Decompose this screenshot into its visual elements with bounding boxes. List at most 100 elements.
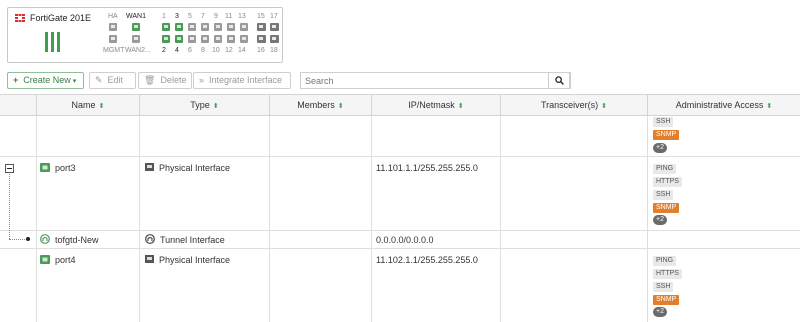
name-cell: port4 [40,254,76,266]
interface-name: port4 [55,255,76,265]
ip-netmask: 0.0.0.0/0.0.0.0 [376,235,434,245]
access-badge-more[interactable]: +2 [653,143,667,153]
toolbar: + Create New ▾ ✎ Edit 🗑 Delete » Integrate In… [7,72,800,89]
type-cell: Tunnel Interface [145,234,225,246]
port-9[interactable] [214,23,222,31]
port-18[interactable] [270,35,279,43]
device-faceplate: FortiGate 201E HA WAN1 1 3 5 7 9 11 13 1… [7,7,283,63]
column-access-label: Administrative Access [675,100,764,110]
port-label-4: 4 [175,47,179,54]
edit-button[interactable]: ✎ Edit [89,72,136,89]
port-label-13: 13 [238,13,246,20]
delete-button[interactable]: 🗑 Delete [138,72,192,89]
search-icon [554,76,564,85]
access-badge-ssh: SSH [653,190,674,200]
access-badge-snmp: SNMP [653,130,680,140]
access-badge-ssh: SSH [653,117,674,127]
sort-icon: ⬍ [98,103,105,110]
ip-netmask: 11.101.1.1/255.255.255.0 [376,163,478,173]
search-input[interactable] [301,73,541,88]
interface-type: Physical Interface [159,255,231,265]
integrate-interface-label: Integrate Interface [209,75,283,85]
access-badge-snmp: SNMP [653,203,680,213]
port-label-8: 8 [201,47,205,54]
column-header-ip[interactable]: IP/Netmask ⬍ [371,95,500,116]
sort-icon: ⬍ [337,103,344,110]
port-wan1[interactable] [132,23,140,31]
port-3[interactable] [175,23,183,31]
port-label-15: 15 [257,13,265,20]
caret-down-icon: ▾ [72,78,77,85]
port-6[interactable] [188,35,196,43]
create-new-button[interactable]: + Create New ▾ [7,72,84,89]
column-header-members[interactable]: Members ⬍ [269,95,371,116]
access-badge-snmp: SNMP [653,295,680,305]
port-10[interactable] [214,35,222,43]
port-label-ha: HA [108,13,118,20]
access-badge-ping: PING [653,164,677,174]
device-name: FortiGate 201E [30,13,92,23]
port-12[interactable] [227,35,235,43]
port-label-2: 2 [162,47,166,54]
port-14[interactable] [240,35,248,43]
port-label-wan1: WAN1 [126,13,146,20]
tunnel-icon [40,234,50,246]
port-label-5: 5 [188,13,192,20]
fast-forward-icon: » [199,75,205,85]
sort-icon: ⬍ [601,103,608,110]
access-badge-more[interactable]: +2 [653,307,667,317]
port-16[interactable] [257,35,266,43]
port-7[interactable] [201,23,209,31]
port-2[interactable] [162,35,170,43]
port-15[interactable] [257,23,266,31]
physical-port-icon [40,162,50,174]
port-label-16: 16 [257,47,265,54]
interfaces-table: Name ⬍ Type ⬍ Members ⬍ IP/Netmask ⬍ Transce… [0,94,800,322]
sort-icon: ⬍ [766,103,773,110]
interface-name: port3 [55,163,76,173]
port-11[interactable] [227,23,235,31]
name-cell: tofgtd-New [40,234,99,246]
port-label-10: 10 [212,47,220,54]
type-cell: Physical Interface [145,254,230,266]
column-header-name[interactable]: Name ⬍ [36,95,139,116]
port-8[interactable] [201,35,209,43]
fortinet-logo-icon [15,14,25,22]
collapse-toggle[interactable] [5,164,14,173]
search-box [300,72,571,89]
name-cell: port3 [40,162,76,174]
trash-icon: 🗑 [144,75,156,85]
interface-name: tofgtd-New [55,235,99,245]
tunnel-interface-icon [145,234,155,246]
integrate-interface-button[interactable]: » Integrate Interface [193,72,291,89]
column-header-access[interactable]: Administrative Access ⬍ [647,95,800,116]
access-badge-ping: PING [653,256,677,266]
port-label-12: 12 [225,47,233,54]
type-cell: Physical Interface [145,162,230,174]
port-label-6: 6 [188,47,192,54]
port-1[interactable] [162,23,170,31]
tree-connector [9,174,10,239]
search-button[interactable] [548,72,570,89]
port-mgmt[interactable] [109,35,117,43]
column-header-transceivers[interactable]: Transceiver(s) ⬍ [500,95,647,116]
edit-label: Edit [107,75,124,85]
column-transceivers-label: Transceiver(s) [540,100,599,110]
access-badge-ssh: SSH [653,282,674,292]
port-wan2[interactable] [132,35,140,43]
port-4[interactable] [175,35,183,43]
tree-node-dot [26,237,30,241]
port-17[interactable] [270,23,279,31]
port-label-mgmt: MGMT [103,47,125,54]
interface-type: Physical Interface [159,163,231,173]
plus-icon: + [13,75,19,85]
port-label-17: 17 [270,13,278,20]
physical-interface-icon [145,255,154,265]
port-ha[interactable] [109,23,117,31]
port-13[interactable] [240,23,248,31]
column-name-label: Name [71,100,96,110]
access-badge-more[interactable]: +2 [653,215,667,225]
column-header-type[interactable]: Type ⬍ [139,95,269,116]
port-5[interactable] [188,23,196,31]
port-label-wan2: WAN2... [125,47,151,54]
